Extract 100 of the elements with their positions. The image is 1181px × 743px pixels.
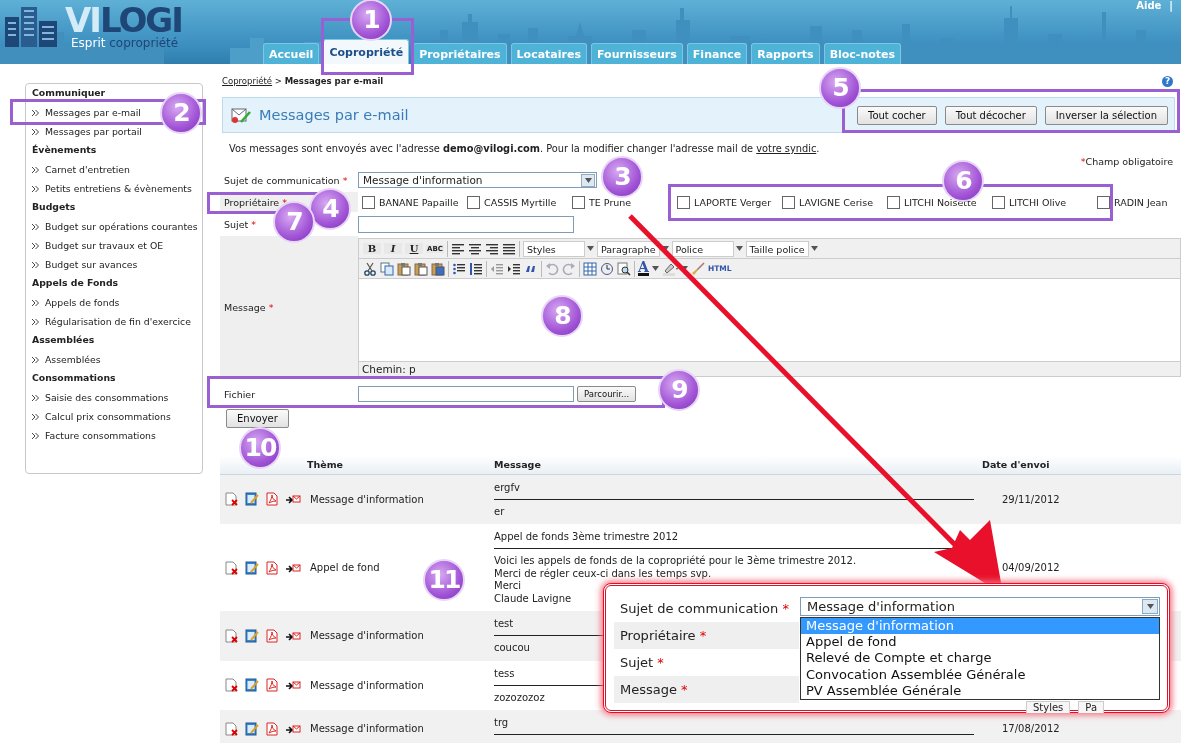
pdf-icon[interactable] (265, 492, 279, 507)
checkbox-label[interactable]: BANANE Papaille (379, 196, 459, 208)
checkbox[interactable] (1097, 195, 1110, 209)
pdf-icon[interactable] (265, 678, 279, 693)
delete-document-icon[interactable] (225, 560, 239, 575)
dropdown-arrow-icon[interactable] (651, 266, 659, 271)
action-button[interactable]: Tout cocher (856, 105, 937, 125)
paste-word-icon[interactable] (431, 261, 445, 276)
select-field[interactable]: Message d'information (358, 172, 597, 188)
checkbox[interactable] (992, 195, 1005, 209)
search-icon[interactable] (617, 261, 631, 276)
delete-document-icon[interactable] (225, 492, 239, 507)
align-center-icon[interactable] (468, 241, 482, 256)
paste-icon[interactable] (397, 261, 411, 276)
dropdown-arrow-icon[interactable] (810, 246, 818, 251)
sidebar-link[interactable]: Appels de fonds (45, 296, 120, 309)
breadcrumb-link[interactable]: Copropriété (222, 76, 273, 86)
sidebar-link[interactable]: Régularisation de fin d'exercice (45, 315, 191, 328)
sidebar-link[interactable]: Budget sur opérations courantes (45, 220, 198, 233)
checkbox-label[interactable]: CASSIS Myrtille (484, 196, 557, 208)
checkbox[interactable] (782, 195, 795, 209)
checkbox-label[interactable]: LAPORTE Verger (694, 196, 772, 208)
sidebar-link[interactable]: Assemblées (45, 353, 101, 366)
pdf-icon[interactable] (265, 628, 279, 643)
dropdown-arrow-icon[interactable] (661, 246, 669, 251)
section-heading: Consommations (32, 371, 116, 384)
dropdown-arrow-icon[interactable] (584, 177, 592, 183)
bullet-list-icon[interactable] (452, 261, 466, 276)
help-icon[interactable]: ? (1162, 75, 1173, 87)
step-number-badge: 11 (423, 559, 465, 601)
text-color-button[interactable]: A (638, 261, 649, 276)
indent-icon[interactable] (507, 261, 521, 276)
format-button[interactable]: I (384, 243, 402, 254)
dropdown-arrow-icon[interactable] (680, 266, 688, 271)
sidebar-link[interactable]: Petits entretiens & évènements (45, 182, 192, 195)
editor-select[interactable]: Styles (1026, 701, 1071, 713)
send-button[interactable]: Envoyer (226, 409, 289, 428)
chevron-icon (32, 318, 39, 325)
dropdown-arrow-icon[interactable] (1146, 604, 1154, 609)
dropdown-arrow-icon[interactable] (735, 246, 743, 251)
editor-select[interactable]: Police (671, 240, 734, 257)
checkbox-label[interactable]: RADIN Jean (1114, 196, 1168, 208)
sidebar-link[interactable]: Saisie des consommations (45, 391, 169, 404)
sidebar-link[interactable]: Messages par e-mail (45, 106, 141, 119)
format-button[interactable]: U (405, 243, 423, 254)
pdf-icon[interactable] (265, 721, 279, 736)
edit-icon[interactable] (245, 492, 259, 507)
column-header: Message (494, 459, 541, 471)
editor-select[interactable]: Pa (1078, 701, 1105, 713)
checkbox[interactable] (467, 195, 480, 209)
pdf-icon[interactable] (265, 560, 279, 575)
editor-select[interactable]: Styles (523, 240, 585, 257)
numbered-list-icon[interactable] (469, 261, 483, 276)
sidebar-link[interactable]: Carnet d'entretien (45, 163, 130, 176)
editor-select[interactable]: Paragraphe (597, 240, 660, 257)
editor-select[interactable]: Taille police (745, 240, 809, 257)
action-button[interactable]: Tout décocher (944, 105, 1037, 125)
justify-icon[interactable] (502, 241, 516, 256)
copy-icon[interactable] (380, 261, 394, 276)
chevron-icon (32, 299, 39, 306)
align-left-icon[interactable] (451, 241, 465, 256)
clock-icon[interactable] (600, 261, 614, 276)
delete-document-icon[interactable] (225, 721, 239, 736)
action-button[interactable]: Inverser la sélection (1044, 105, 1168, 125)
checkbox-label[interactable]: LAVIGNE Cerise (799, 196, 873, 208)
required-note: *Champ obligatoire (1080, 156, 1173, 167)
checkbox[interactable] (362, 195, 375, 209)
dropdown-option[interactable]: Relevé de Compte et charge (801, 650, 1159, 667)
highlight-icon[interactable] (661, 261, 678, 276)
sidebar-link[interactable]: Facture consommations (45, 429, 156, 442)
checkbox-label[interactable]: TE Prune (589, 196, 632, 208)
sidebar-link[interactable]: Budget sur avances (45, 258, 138, 271)
edit-icon[interactable] (245, 721, 259, 736)
field-label: Propriétaire * (224, 196, 287, 208)
broom-icon[interactable] (690, 261, 705, 276)
edit-icon[interactable] (245, 560, 259, 575)
paste-text-icon[interactable] (414, 261, 428, 276)
edit-icon[interactable] (245, 678, 259, 693)
dropdown-arrow-icon[interactable] (587, 246, 594, 251)
dropdown-option[interactable]: Appel de fond (801, 634, 1159, 651)
nav-tab[interactable]: Copropriété (323, 39, 410, 64)
delete-document-icon[interactable] (225, 678, 239, 693)
align-right-icon[interactable] (485, 241, 499, 256)
select-field[interactable]: Message d'information (800, 597, 1160, 616)
checkbox[interactable] (887, 195, 900, 209)
sidebar-link[interactable]: Budget sur travaux et OE (45, 239, 164, 252)
text-field[interactable] (358, 215, 574, 233)
sidebar-link[interactable]: Messages par portail (45, 125, 142, 138)
checkbox-label[interactable]: LITCHI Olive (1009, 196, 1067, 208)
checkbox[interactable] (572, 195, 585, 209)
edit-icon[interactable] (245, 628, 259, 643)
format-button[interactable]: B (363, 243, 381, 254)
file-field[interactable] (358, 386, 574, 402)
delete-document-icon[interactable] (225, 628, 239, 643)
table-icon[interactable] (583, 261, 597, 276)
scissors-icon[interactable] (363, 261, 377, 276)
checkbox[interactable] (677, 195, 690, 209)
chevron-icon (32, 223, 39, 230)
browse-button[interactable]: Parcourir... (577, 386, 637, 402)
sidebar-link[interactable]: Calcul prix consommations (45, 410, 171, 423)
